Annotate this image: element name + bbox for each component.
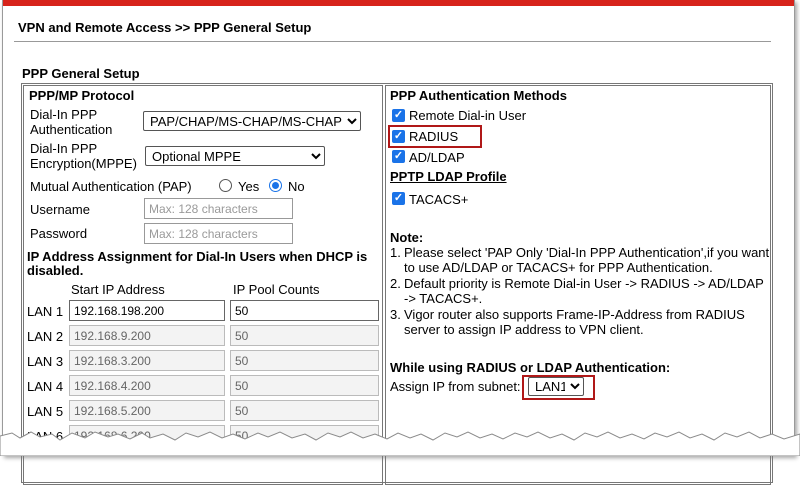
dialin-auth-select[interactable]: PAP/CHAP/MS-CHAP/MS-CHAPv2 (143, 111, 361, 131)
assign-subnet-label: Assign IP from subnet: (390, 379, 521, 394)
note-text: Please select 'PAP Only 'Dial-In PPP Aut… (404, 245, 770, 275)
password-label: Password (30, 226, 88, 241)
username-input[interactable] (144, 198, 293, 219)
radius-label: RADIUS (409, 129, 459, 144)
lan4-start-ip-input[interactable] (69, 375, 225, 396)
lan-label: LAN 2 (27, 329, 64, 344)
radius-ldap-heading: While using RADIUS or LDAP Authenticatio… (390, 360, 671, 375)
remote-dialin-checkbox[interactable]: ✓ (392, 109, 405, 122)
note-number: 3. (390, 307, 401, 322)
note-list: 1. Please select 'PAP Only 'Dial-In PPP … (390, 245, 770, 339)
lan2-pool-count-input[interactable] (230, 325, 379, 346)
dialin-auth-label-1: Dial-In PPP (30, 107, 98, 122)
ip-assign-heading-2: disabled. (27, 263, 84, 278)
lan-label: LAN 3 (27, 354, 64, 369)
mutual-auth-no-radio[interactable] (269, 179, 282, 192)
dialin-enc-label-2: Encryption(MPPE) (30, 156, 137, 171)
radius-checkbox[interactable]: ✓ (392, 130, 405, 143)
col-pool-counts: IP Pool Counts (233, 282, 320, 297)
lan1-pool-count-input[interactable] (230, 300, 379, 321)
torn-edge (0, 431, 800, 456)
pptp-ldap-profile-link[interactable]: PPTP LDAP Profile (390, 169, 507, 184)
mutual-auth-yes-radio[interactable] (219, 179, 232, 192)
username-label: Username (30, 202, 90, 217)
col-start-ip: Start IP Address (71, 282, 165, 297)
note-item: 1. Please select 'PAP Only 'Dial-In PPP … (390, 245, 770, 275)
lan-label: LAN 5 (27, 404, 64, 419)
note-item: 2. Default priority is Remote Dial-in Us… (390, 276, 770, 306)
password-input[interactable] (144, 223, 293, 244)
mutual-auth-label: Mutual Authentication (PAP) (30, 179, 192, 194)
top-accent-bar (3, 0, 794, 6)
ppp-mp-heading: PPP/MP Protocol (29, 88, 135, 103)
note-heading: Note: (390, 230, 424, 245)
note-item: 3. Vigor router also supports Frame-IP-A… (390, 307, 770, 337)
dialin-enc-select[interactable]: Optional MPPE (145, 146, 325, 166)
tacacs-label: TACACS+ (409, 192, 469, 207)
lan2-start-ip-input[interactable] (69, 325, 225, 346)
auth-methods-heading: PPP Authentication Methods (390, 88, 567, 103)
dialin-auth-label-2: Authentication (30, 122, 113, 137)
remote-dialin-label: Remote Dial-in User (409, 108, 527, 123)
tacacs-checkbox[interactable]: ✓ (392, 192, 405, 205)
mutual-auth-no-label: No (288, 179, 305, 194)
lan-label: LAN 1 (27, 304, 64, 319)
breadcrumb: VPN and Remote Access >> PPP General Set… (18, 20, 312, 35)
lan-label: LAN 4 (27, 379, 64, 394)
lan5-start-ip-input[interactable] (69, 400, 225, 421)
note-text: Vigor router also supports Frame-IP-Addr… (404, 307, 745, 337)
note-text: Default priority is Remote Dial-in User … (404, 276, 764, 306)
mutual-auth-yes-label: Yes (238, 179, 260, 194)
dialin-enc-label-1: Dial-In PPP (30, 141, 98, 156)
note-number: 1. (390, 245, 401, 260)
lan3-start-ip-input[interactable] (69, 350, 225, 371)
lan3-pool-count-input[interactable] (230, 350, 379, 371)
section-title: PPP General Setup (22, 66, 140, 81)
title-divider (14, 41, 771, 42)
lan4-pool-count-input[interactable] (230, 375, 379, 396)
lan1-start-ip-input[interactable] (69, 300, 225, 321)
assign-subnet-select[interactable]: LAN1 (528, 377, 584, 396)
note-number: 2. (390, 276, 401, 291)
ip-assign-heading-1: IP Address Assignment for Dial-In Users … (27, 249, 368, 264)
ad-ldap-checkbox[interactable]: ✓ (392, 150, 405, 163)
lan5-pool-count-input[interactable] (230, 400, 379, 421)
ad-ldap-label: AD/LDAP (409, 150, 465, 165)
